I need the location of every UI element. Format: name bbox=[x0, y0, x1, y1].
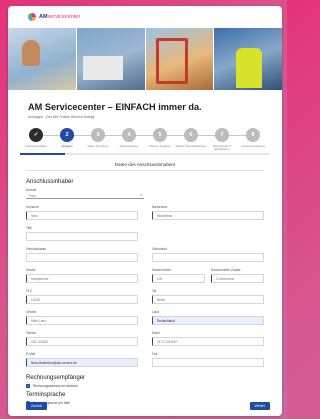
anrede-label: Anrede bbox=[26, 188, 37, 192]
vorname-label: Vorname bbox=[26, 205, 39, 209]
hausnummer-input[interactable]: 100 bbox=[152, 274, 205, 283]
anrede-select[interactable]: Frau ▾ bbox=[26, 193, 144, 199]
rechnung-heading: Rechnungsempfänger bbox=[26, 375, 86, 381]
back-button[interactable]: Zurück bbox=[26, 402, 47, 410]
step-3[interactable]: 3 Daten Anschluss bbox=[82, 128, 114, 148]
plz-label: PLZ bbox=[26, 289, 32, 293]
application-card: AMservicecenter AM Servicecenter – EINFA… bbox=[8, 6, 282, 416]
zusatz-input[interactable]: 2.Hinterhaus bbox=[211, 274, 264, 283]
strasse-label: Straße bbox=[26, 268, 36, 272]
mobil-label: Mobil bbox=[152, 331, 160, 335]
geburtsdatum-input[interactable] bbox=[26, 253, 138, 262]
ortsteil-label: Ortsteil bbox=[26, 310, 37, 314]
step-6[interactable]: 6 Weitere Dienstleistungen bbox=[175, 128, 207, 148]
vorname-input[interactable]: Nina bbox=[26, 211, 138, 220]
telefon-input[interactable]: 030 123456 bbox=[26, 337, 138, 346]
banner-photo-worker bbox=[214, 28, 282, 90]
hero-banner bbox=[8, 28, 282, 90]
step-progress-bar bbox=[20, 153, 270, 155]
geburtsort-label: Geburtsort bbox=[152, 247, 168, 251]
page-title: AM Servicecenter – EINFACH immer da. bbox=[28, 102, 202, 112]
geburtsort-input[interactable] bbox=[152, 253, 264, 262]
step-2[interactable]: 2 Anliegen bbox=[51, 128, 83, 148]
step-4[interactable]: 4 Zahlungsweise bbox=[113, 128, 145, 148]
step-1[interactable]: ✓ Anschlussinhaber bbox=[20, 128, 52, 148]
step-8[interactable]: 8 Zusammenfassung bbox=[237, 128, 269, 148]
nachname-label: Nachname bbox=[152, 205, 168, 209]
banner-photo-building bbox=[76, 28, 145, 90]
telefon-label: Telefon bbox=[26, 331, 37, 335]
banner-photo-woman-laptop bbox=[8, 28, 76, 90]
titel-input[interactable] bbox=[26, 232, 138, 241]
step-5[interactable]: 5 Weitere Angaben bbox=[144, 128, 176, 148]
land-label: Land bbox=[152, 310, 160, 314]
zusatz-label: Hausnummer Zusatz bbox=[211, 268, 241, 272]
header-logo[interactable]: AMservicecenter bbox=[8, 6, 282, 28]
terminsprache-heading: Terminsprache bbox=[26, 392, 66, 398]
owner-form: Anschlussinhaber Anrede Frau ▾ Vorname N… bbox=[8, 179, 282, 405]
section-title: Daten des Anschlussinhabers bbox=[26, 162, 264, 171]
geburtsdatum-label: Geburtsdatum bbox=[26, 247, 47, 251]
rechnung-checkbox-row[interactable]: ✓ Rechnungsadresse ist identisch bbox=[26, 384, 264, 388]
email-input[interactable]: Nina.Musterfrau@am-service.de bbox=[26, 358, 138, 367]
brand-logo-icon bbox=[28, 13, 36, 21]
rechnung-checkbox-label: Rechnungsadresse ist identisch bbox=[33, 384, 79, 388]
ort-label: Ort bbox=[152, 289, 157, 293]
banner-photo-playground bbox=[145, 28, 214, 90]
email-label: E-Mail bbox=[26, 352, 36, 356]
ort-input[interactable]: Berlin bbox=[152, 295, 264, 304]
plz-input[interactable]: 12345 bbox=[26, 295, 138, 304]
hausnummer-label: Hausnummer bbox=[152, 268, 172, 272]
land-select[interactable]: Deutschland bbox=[152, 316, 264, 325]
brand-name: AMservicecenter bbox=[39, 14, 81, 20]
fax-label: Fax bbox=[152, 352, 158, 356]
mobil-input[interactable]: 0172 1234567 bbox=[152, 337, 264, 346]
step-progress-fill bbox=[20, 153, 65, 155]
titel-label: Titel bbox=[26, 226, 32, 230]
nachname-input[interactable]: Musterfrau bbox=[152, 211, 264, 220]
step-7[interactable]: 7 Datenschutz & Einwilligung bbox=[206, 128, 238, 152]
strasse-input[interactable]: Hauptstraße bbox=[26, 274, 138, 283]
checkbox-checked-icon[interactable]: ✓ bbox=[26, 384, 30, 388]
next-button[interactable]: Weiter bbox=[249, 402, 270, 410]
form-heading: Anschlussinhaber bbox=[26, 179, 74, 185]
chevron-down-icon: ▾ bbox=[140, 193, 142, 197]
fax-input[interactable] bbox=[152, 358, 264, 367]
page-subtitle: Anzeigen - Der AM Online-Service Antrag bbox=[28, 115, 95, 119]
step-indicator: ✓ Anschlussinhaber 2 Anliegen 3 Daten An… bbox=[20, 128, 270, 156]
step-check-icon: ✓ bbox=[29, 128, 43, 142]
ortsteil-input[interactable]: Mitte-Land bbox=[26, 316, 138, 325]
form-navigation: Zurück Weiter bbox=[26, 402, 270, 410]
